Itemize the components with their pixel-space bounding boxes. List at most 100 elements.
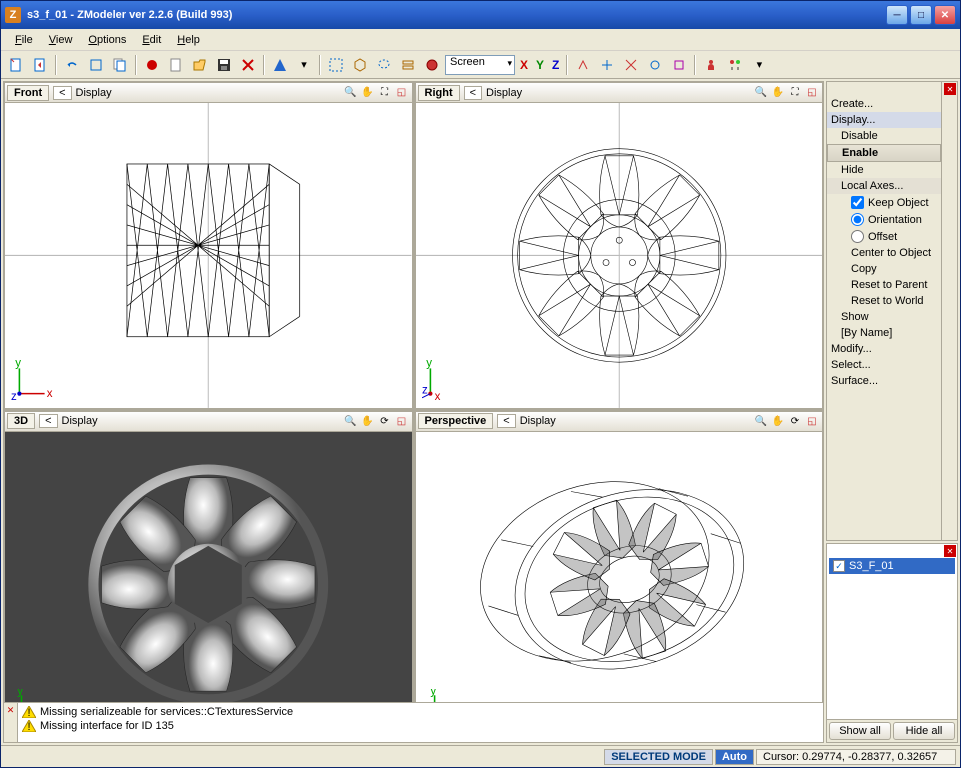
pan-icon[interactable]: ✋ xyxy=(770,413,786,429)
viewport-perspective-canvas[interactable]: yxz xyxy=(416,432,823,702)
import-icon[interactable] xyxy=(29,54,51,76)
tool-d-icon[interactable] xyxy=(644,54,666,76)
viewport-right-title[interactable]: Right xyxy=(418,85,460,101)
panel-close-icon[interactable]: ✕ xyxy=(944,83,956,95)
tool-a-icon[interactable] xyxy=(572,54,594,76)
command-item[interactable]: Orientation xyxy=(827,211,941,228)
command-item[interactable]: Surface... xyxy=(827,373,941,389)
status-mode[interactable]: SELECTED MODE xyxy=(604,749,713,765)
new-doc-icon[interactable] xyxy=(165,54,187,76)
command-item[interactable]: Create... xyxy=(827,96,941,112)
close-button[interactable]: ✕ xyxy=(934,5,956,25)
viewport-nav-back[interactable]: < xyxy=(497,414,515,428)
animation-icon[interactable] xyxy=(724,54,746,76)
copy-icon[interactable] xyxy=(109,54,131,76)
viewport-display-menu[interactable]: Display xyxy=(486,87,749,99)
triangle-tool-icon[interactable] xyxy=(269,54,291,76)
viewport-front-canvas[interactable]: xyz xyxy=(5,103,412,408)
undo-icon[interactable] xyxy=(61,54,83,76)
show-all-button[interactable]: Show all xyxy=(829,722,891,740)
command-item[interactable]: Keep Object xyxy=(827,194,941,211)
status-auto[interactable]: Auto xyxy=(715,749,754,765)
scrollbar[interactable] xyxy=(941,82,957,540)
more-icon[interactable]: ▾ xyxy=(748,54,770,76)
redo-icon[interactable] xyxy=(85,54,107,76)
menu-edit[interactable]: Edit xyxy=(134,32,169,48)
console-line: !Missing interface for ID 135 xyxy=(22,719,819,733)
zoom-icon[interactable]: 🔍 xyxy=(753,85,769,101)
viewport-front-title[interactable]: Front xyxy=(7,85,49,101)
svg-text:y: y xyxy=(15,360,21,369)
axis-y-toggle[interactable]: Y xyxy=(533,58,547,72)
zoom-icon[interactable]: 🔍 xyxy=(343,413,359,429)
select-lasso-icon[interactable] xyxy=(373,54,395,76)
command-item[interactable]: Show xyxy=(827,309,941,325)
menu-file[interactable]: File xyxy=(7,32,41,48)
command-item[interactable]: Offset xyxy=(827,228,941,245)
command-item[interactable]: Local Axes... xyxy=(827,178,941,194)
command-item[interactable]: Select... xyxy=(827,357,941,373)
menubar: File View Options Edit Help xyxy=(1,29,960,51)
dropdown-icon[interactable]: ▾ xyxy=(293,54,315,76)
menu-view[interactable]: View xyxy=(41,32,81,48)
fit-icon[interactable]: ⛶ xyxy=(787,85,803,101)
pan-icon[interactable]: ✋ xyxy=(770,85,786,101)
viewport-display-menu[interactable]: Display xyxy=(520,415,749,427)
person-icon[interactable] xyxy=(700,54,722,76)
coord-combo[interactable]: Screen xyxy=(445,55,515,75)
viewport-perspective-title[interactable]: Perspective xyxy=(418,413,494,429)
viewport-right-canvas[interactable]: yxz xyxy=(416,103,823,408)
command-item[interactable]: [By Name] xyxy=(827,325,941,341)
select-box-icon[interactable] xyxy=(325,54,347,76)
pan-icon[interactable]: ✋ xyxy=(360,85,376,101)
tool-b-icon[interactable] xyxy=(596,54,618,76)
menu-options[interactable]: Options xyxy=(80,32,134,48)
select-stack-icon[interactable] xyxy=(397,54,419,76)
maximize-viewport-icon[interactable]: ◱ xyxy=(394,85,410,101)
fit-icon[interactable]: ⛶ xyxy=(377,85,393,101)
tool-c-icon[interactable] xyxy=(620,54,642,76)
viewport-nav-back[interactable]: < xyxy=(53,86,71,100)
maximize-button[interactable]: □ xyxy=(910,5,932,25)
zoom-icon[interactable]: 🔍 xyxy=(753,413,769,429)
command-item[interactable]: Modify... xyxy=(827,341,941,357)
command-item[interactable]: Disable xyxy=(827,128,941,144)
zoom-icon[interactable]: 🔍 xyxy=(343,85,359,101)
command-item[interactable]: Reset to Parent xyxy=(827,277,941,293)
statusbar: SELECTED MODE Auto Cursor: 0.29774, -0.2… xyxy=(1,745,960,767)
minimize-button[interactable]: ─ xyxy=(886,5,908,25)
hide-all-button[interactable]: Hide all xyxy=(893,722,955,740)
pan-icon[interactable]: ✋ xyxy=(360,413,376,429)
object-item[interactable]: ✓S3_F_01 xyxy=(829,558,955,574)
menu-help[interactable]: Help xyxy=(169,32,208,48)
command-item[interactable]: Reset to World xyxy=(827,293,941,309)
select-cube-icon[interactable] xyxy=(349,54,371,76)
command-item[interactable]: Hide xyxy=(827,162,941,178)
maximize-viewport-icon[interactable]: ◱ xyxy=(804,85,820,101)
viewport-3d-canvas[interactable]: yzx xyxy=(5,432,412,702)
maximize-viewport-icon[interactable]: ◱ xyxy=(804,413,820,429)
open-icon[interactable] xyxy=(189,54,211,76)
axis-z-toggle[interactable]: Z xyxy=(549,58,562,72)
viewport-display-menu[interactable]: Display xyxy=(76,87,339,99)
command-item[interactable]: Center to Object xyxy=(827,245,941,261)
console-close-icon[interactable]: ✕ xyxy=(4,703,18,742)
orbit-icon[interactable]: ⟳ xyxy=(377,413,393,429)
command-item[interactable]: Display... xyxy=(827,112,941,128)
record-icon[interactable] xyxy=(141,54,163,76)
viewport-nav-back[interactable]: < xyxy=(464,86,482,100)
viewport-3d-title[interactable]: 3D xyxy=(7,413,35,429)
save-icon[interactable] xyxy=(213,54,235,76)
panel-close-icon[interactable]: ✕ xyxy=(944,545,956,557)
command-item[interactable]: Enable xyxy=(827,144,941,162)
select-circle-icon[interactable] xyxy=(421,54,443,76)
viewport-nav-back[interactable]: < xyxy=(39,414,57,428)
tool-e-icon[interactable] xyxy=(668,54,690,76)
axis-x-toggle[interactable]: X xyxy=(517,58,531,72)
maximize-viewport-icon[interactable]: ◱ xyxy=(394,413,410,429)
orbit-icon[interactable]: ⟳ xyxy=(787,413,803,429)
command-item[interactable]: Copy xyxy=(827,261,941,277)
new-file-icon[interactable] xyxy=(5,54,27,76)
viewport-display-menu[interactable]: Display xyxy=(62,415,339,427)
delete-icon[interactable] xyxy=(237,54,259,76)
